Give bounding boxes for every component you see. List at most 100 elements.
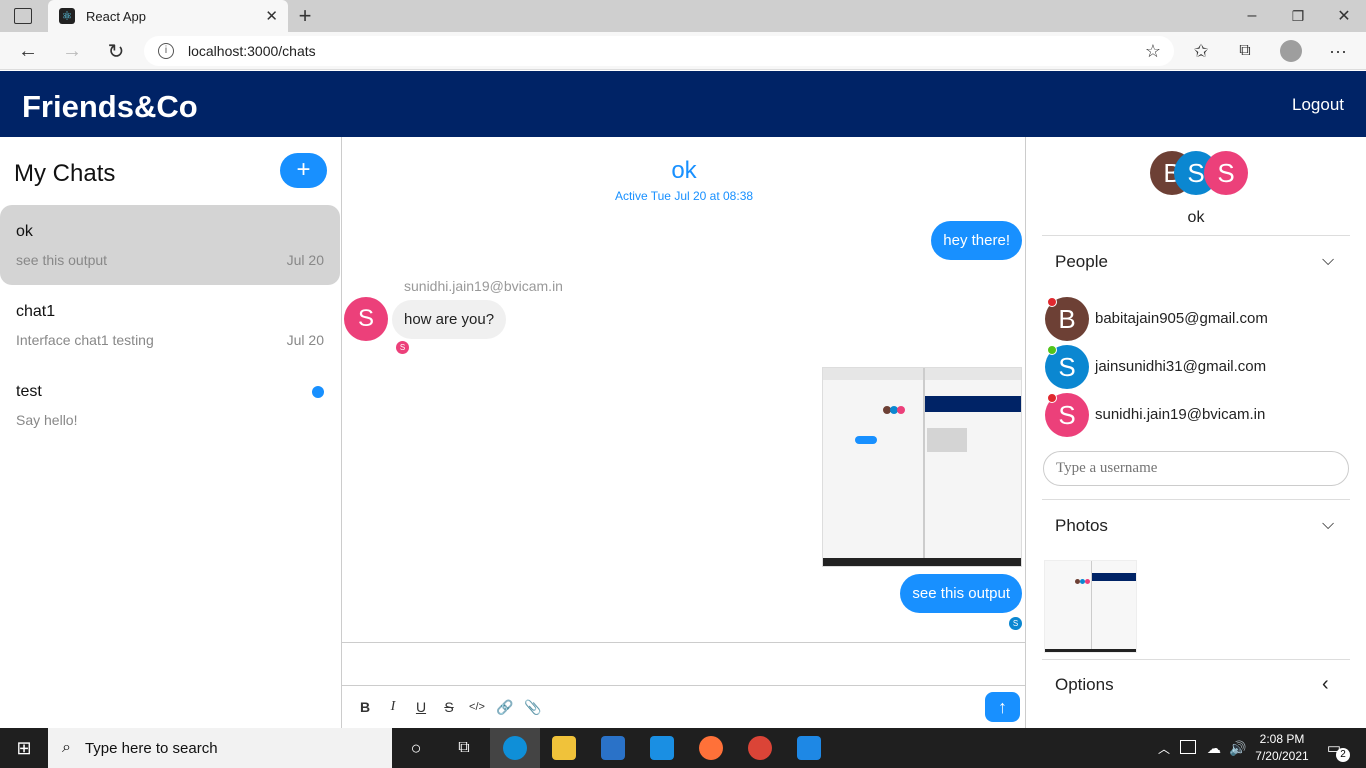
new-chat-button[interactable]: + xyxy=(280,153,327,188)
photos-section-title[interactable]: Photos xyxy=(1055,516,1108,536)
more-menu-icon[interactable]: ··· xyxy=(1326,40,1350,62)
collections-icon[interactable]: ⧉ xyxy=(1234,40,1256,62)
windows-taskbar: ⊞ ⌕ Type here to search ○ ⧉ ︿ ☁ 🔊 2:08 P… xyxy=(0,728,1366,768)
tab-title: React App xyxy=(86,8,146,24)
store-icon[interactable] xyxy=(601,736,625,760)
chrome-icon[interactable] xyxy=(748,736,772,760)
chat-feed-panel: ok Active Tue Jul 20 at 08:38 hey there!… xyxy=(342,137,1026,728)
search-placeholder: Type here to search xyxy=(84,739,218,757)
chat-activity-status: Active Tue Jul 20 at 08:38 xyxy=(614,189,754,203)
firefox-icon[interactable] xyxy=(699,736,723,760)
taskbar-search[interactable]: ⌕ Type here to search xyxy=(48,728,392,768)
back-icon[interactable]: ← xyxy=(16,39,40,63)
tab-actions-icon[interactable] xyxy=(14,8,32,24)
status-dot xyxy=(1047,393,1057,403)
chat-date: Jul 20 xyxy=(286,332,324,348)
message-image[interactable] xyxy=(822,367,1022,567)
profile-icon[interactable] xyxy=(1280,40,1302,62)
chat-list-item[interactable]: ok see this output Jul 20 xyxy=(0,205,340,285)
mail-icon[interactable] xyxy=(650,736,674,760)
volume-icon[interactable]: 🔊 xyxy=(1228,738,1248,758)
chat-preview: Say hello! xyxy=(16,412,78,428)
address-toolbar: ← → ↻ i localhost:3000/chats ☆ ✩ ⧉ ··· xyxy=(0,32,1366,70)
person-email: sunidhi.jain19@bvicam.in xyxy=(1095,406,1266,423)
close-window-icon[interactable]: ✕ xyxy=(1332,4,1356,28)
chat-title: chat1 xyxy=(16,303,56,320)
status-dot xyxy=(1047,345,1057,355)
url-text: localhost:3000/chats xyxy=(188,43,316,59)
chat-settings-panel: B S S ok People ⌵ B babitajain905@gmail.… xyxy=(1026,137,1366,728)
chevron-left-icon[interactable]: ‹ xyxy=(1322,673,1329,696)
chat-title: ok xyxy=(16,223,33,240)
file-explorer-icon[interactable] xyxy=(552,736,576,760)
favorites-icon[interactable]: ✩ xyxy=(1190,40,1212,62)
browser-tab-bar: ⚛ React App ✕ + – ❐ ✕ xyxy=(0,0,1366,32)
restore-icon[interactable]: ❐ xyxy=(1286,4,1310,28)
attachment-icon[interactable]: 📎 xyxy=(522,696,544,718)
status-dot xyxy=(1047,297,1057,307)
unread-dot xyxy=(312,386,324,398)
member-avatar: S xyxy=(1204,151,1248,195)
edge-icon[interactable] xyxy=(503,736,527,760)
strikethrough-icon[interactable]: S xyxy=(438,696,460,718)
reload-icon[interactable]: ↻ xyxy=(104,39,128,63)
chevron-down-icon[interactable]: ⌵ xyxy=(1322,516,1334,534)
photo-thumbnail[interactable] xyxy=(1044,560,1137,653)
bold-icon[interactable]: B xyxy=(354,696,376,718)
chat-title: test xyxy=(16,383,42,400)
divider xyxy=(1042,499,1350,500)
minimize-icon[interactable]: – xyxy=(1240,4,1264,28)
cloud-icon[interactable]: ☁ xyxy=(1204,738,1224,758)
avatar: S xyxy=(344,297,388,341)
search-icon: ⌕ xyxy=(62,739,71,756)
browser-tab[interactable]: ⚛ React App ✕ xyxy=(48,0,288,32)
person-row: S sunidhi.jain19@bvicam.in xyxy=(1045,393,1355,437)
cortana-icon[interactable]: ○ xyxy=(404,736,428,760)
username-input[interactable] xyxy=(1043,451,1349,486)
read-receipt-avatar: S xyxy=(1009,617,1022,630)
send-button[interactable]: ↑ xyxy=(985,692,1020,722)
divider xyxy=(1042,235,1350,236)
person-email: jainsunidhi31@gmail.com xyxy=(1095,358,1267,375)
message-input[interactable] xyxy=(342,642,1026,686)
close-tab-icon[interactable]: ✕ xyxy=(265,7,278,25)
chat-list-panel: My Chats + ok see this output Jul 20 cha… xyxy=(0,137,342,728)
chat-preview: see this output xyxy=(16,252,108,268)
new-tab-icon[interactable]: + xyxy=(294,3,316,28)
chat-list-heading: My Chats xyxy=(14,160,116,187)
underline-icon[interactable]: U xyxy=(410,696,432,718)
read-receipt-avatar: S xyxy=(396,341,409,354)
logout-button[interactable]: Logout xyxy=(1292,95,1344,115)
app-header: Friends&Co Logout xyxy=(0,71,1366,137)
divider xyxy=(1042,659,1350,660)
italic-icon[interactable]: I xyxy=(382,696,404,718)
chat-date: Jul 20 xyxy=(286,252,324,268)
options-section-title[interactable]: Options xyxy=(1055,675,1114,695)
clock-date: 7/20/2021 xyxy=(1255,749,1309,763)
chevron-up-icon[interactable]: ︿ xyxy=(1156,738,1172,758)
chat-list-item[interactable]: test Say hello! xyxy=(0,365,340,445)
add-favorite-icon[interactable]: ☆ xyxy=(1142,40,1164,62)
message-sender: sunidhi.jain19@bvicam.in xyxy=(404,278,563,294)
clock-time: 2:08 PM xyxy=(1259,732,1305,746)
forward-icon[interactable]: → xyxy=(60,39,84,63)
taskbar-clock[interactable]: 2:08 PM 7/20/2021 xyxy=(1254,731,1310,765)
person-row: B babitajain905@gmail.com xyxy=(1045,297,1355,341)
chevron-down-icon[interactable]: ⌵ xyxy=(1322,252,1334,270)
react-logo-icon: ⚛ xyxy=(59,8,75,24)
windows-start-icon[interactable]: ⊞ xyxy=(14,738,34,758)
vscode-icon[interactable] xyxy=(797,736,821,760)
chat-feed-title: ok xyxy=(671,157,697,184)
message-toolbar: B I U S </> 🔗 📎 ↑ xyxy=(342,686,1026,728)
people-section-title[interactable]: People xyxy=(1055,252,1108,272)
task-view-icon[interactable]: ⧉ xyxy=(452,736,476,760)
chat-name: ok xyxy=(1187,209,1205,226)
notification-count-badge: 2 xyxy=(1336,748,1350,762)
site-info-icon[interactable]: i xyxy=(158,43,174,59)
url-bar[interactable]: i localhost:3000/chats xyxy=(144,36,1174,66)
message-bubble: hey there! xyxy=(931,221,1022,260)
battery-icon[interactable] xyxy=(1180,740,1196,754)
code-icon[interactable]: </> xyxy=(466,696,488,718)
link-icon[interactable]: 🔗 xyxy=(494,696,516,718)
chat-list-item[interactable]: chat1 Interface chat1 testing Jul 20 xyxy=(0,285,340,365)
